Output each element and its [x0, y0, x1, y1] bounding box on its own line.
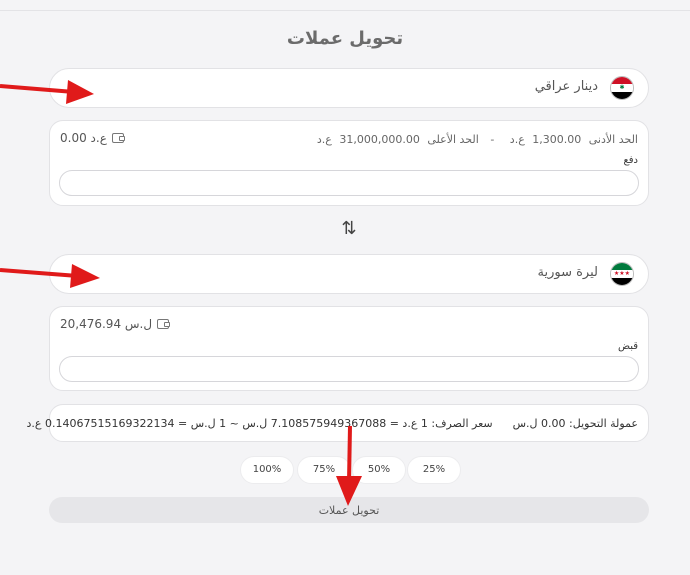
conversion-fee: عمولة التحويل: 0.00 ل.س: [512, 417, 638, 430]
percent-button-100[interactable]: 100%: [240, 456, 294, 484]
page-title: تحويل عملات: [286, 28, 404, 49]
percent-button-25[interactable]: 25%: [407, 456, 461, 484]
to-currency-name: ليرة سورية: [537, 265, 598, 280]
limit-min-unit: ع.د: [509, 133, 525, 146]
top-divider: [0, 10, 690, 11]
annotation-arrow-icon: [0, 80, 94, 104]
limit-max-unit: ع.د: [316, 133, 332, 146]
pay-amount-input[interactable]: [59, 170, 639, 196]
from-balance: 0.00 ع.د: [60, 131, 125, 145]
swap-icon[interactable]: ⇅: [338, 218, 360, 240]
from-limits: الحد الأدنى 1,300.00 ع.د - الحد الأعلى 3…: [313, 133, 638, 146]
limit-max-value: 31,000,000.00: [339, 133, 420, 146]
exchange-rate: سعر الصرف: 1 ع.د = 7.108575949367088 ل.س…: [26, 417, 493, 430]
from-currency-selector[interactable]: ✱ دينار عراقي: [49, 68, 649, 108]
wallet-icon: [111, 133, 125, 143]
to-currency-selector[interactable]: ★★★ ليرة سورية: [49, 254, 649, 294]
receive-label: قبض: [617, 341, 638, 352]
annotation-arrow-icon: [0, 264, 100, 288]
pay-label: دفع: [623, 155, 638, 166]
to-amount-card: 20,476.94 ل.س قبض: [49, 306, 649, 391]
limit-max-label: الحد الأعلى: [427, 133, 479, 146]
receive-amount-input[interactable]: [59, 356, 639, 382]
from-balance-value: 0.00 ع.د: [60, 131, 107, 145]
wallet-icon: [157, 319, 171, 329]
limit-separator: -: [490, 133, 495, 146]
limit-min-value: 1,300.00: [532, 133, 582, 146]
limit-min-label: الحد الأدنى: [588, 133, 638, 146]
from-currency-name: دينار عراقي: [534, 79, 598, 94]
from-amount-card: 0.00 ع.د الحد الأدنى 1,300.00 ع.د - الحد…: [49, 120, 649, 206]
syria-flag-icon: ★★★: [610, 262, 634, 286]
to-balance-value: 20,476.94 ل.س: [60, 317, 153, 331]
annotation-arrow-icon: [336, 426, 362, 506]
iraq-flag-icon: ✱: [610, 76, 634, 100]
to-balance: 20,476.94 ل.س: [60, 317, 171, 331]
